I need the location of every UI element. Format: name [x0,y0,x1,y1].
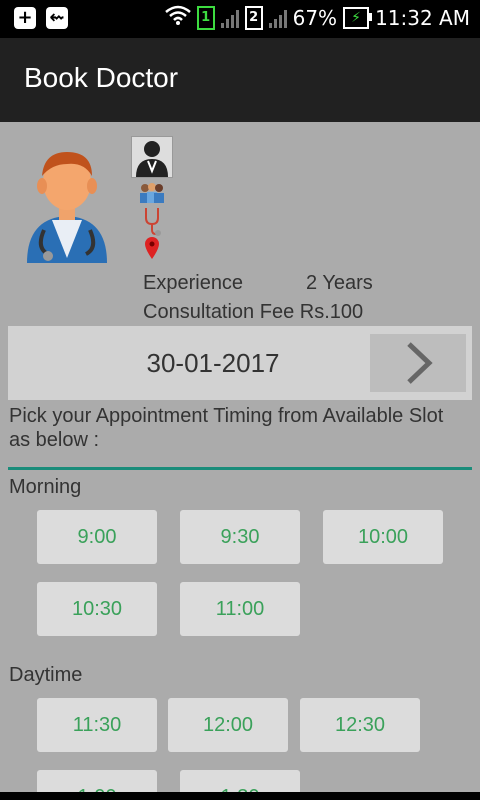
chevron-right-icon [407,342,433,384]
sim2-icon: 2 [244,5,263,30]
section-label-morning: Morning [9,476,82,498]
stethoscope-icon [145,208,161,236]
bottom-edge [0,792,480,800]
slot-button[interactable]: 12:00 [168,698,288,752]
team-icon [140,183,164,203]
signal-icon-2 [268,8,287,28]
slot-button[interactable]: 12:30 [300,698,420,752]
divider [8,467,472,470]
slot-button[interactable]: 9:00 [37,510,157,564]
slot-button[interactable]: 11:30 [37,698,157,752]
slot-button[interactable]: 1:30 [180,770,300,792]
wifi-icon [164,5,191,30]
battery-charging-icon: ⚡ [343,6,373,29]
experience-value: 2 Years [306,272,373,294]
status-bar: + ⇜ 1 2 67% ⚡ 11:32 AM [0,0,480,38]
clock: 11:32 AM [375,5,470,30]
next-date-button[interactable] [370,334,466,392]
fee-label: Consultation Fee [143,301,295,323]
slot-button[interactable]: 11:00 [180,582,300,636]
section-label-daytime: Daytime [9,664,83,686]
plus-icon: + [14,7,36,29]
instructions-text: Pick your Appointment Timing from Availa… [9,405,444,451]
slot-button[interactable]: 10:30 [37,582,157,636]
usb-icon: ⇜ [46,7,68,29]
fee-value: Rs.100 [299,301,364,323]
date-selector: 30-01-2017 [8,326,472,400]
doctor-avatar [22,148,112,263]
location-pin-icon [145,237,159,259]
battery-percent: 67% [292,5,338,30]
signal-icon [220,8,239,28]
doctor-icon [131,136,173,178]
doctor-icons [130,136,174,260]
slot-button[interactable]: 1:00 [37,770,157,792]
main-content: Experience 2 Years Consultation Fee Rs.10… [0,122,480,792]
app-bar: Book Doctor [0,38,480,122]
experience-row: Experience 2 Years [143,272,373,301]
doctor-info: Experience 2 Years Consultation Fee Rs.10… [143,272,373,330]
selected-date[interactable]: 30-01-2017 [8,326,418,400]
sim1-icon: 1 [196,5,215,30]
page-title: Book Doctor [24,62,179,93]
slot-button[interactable]: 10:00 [323,510,443,564]
experience-label: Experience [143,272,244,294]
slot-button[interactable]: 9:30 [180,510,300,564]
